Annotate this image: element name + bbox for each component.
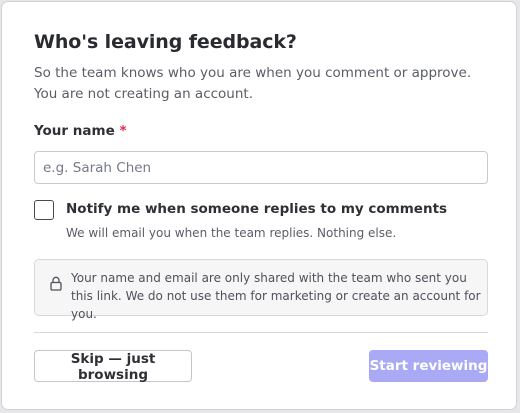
required-marker: * xyxy=(119,123,127,139)
notify-checkbox-label[interactable]: Notify me when someone replies to my com… xyxy=(66,201,447,217)
dialog-subtitle: So the team knows who you are when you c… xyxy=(34,65,472,102)
dialog-title: Who's leaving feedback? xyxy=(34,31,297,53)
privacy-notice: Your name and email are only shared with… xyxy=(34,259,488,321)
privacy-notice-text: Your name and email are only shared with… xyxy=(71,271,481,321)
lock-icon xyxy=(50,276,62,291)
notify-hint: We will email you when the team replies.… xyxy=(66,226,397,240)
identity-dialog: Who's leaving feedback? So the team know… xyxy=(1,1,517,410)
name-input[interactable] xyxy=(34,151,488,184)
start-reviewing-button[interactable]: Start reviewing xyxy=(369,350,488,382)
notify-checkbox[interactable] xyxy=(34,200,54,220)
name-field-label: Your name * xyxy=(34,123,127,139)
name-label-text: Your name xyxy=(34,123,115,139)
skip-button[interactable]: Skip — just browsing xyxy=(34,350,192,383)
footer-divider xyxy=(34,332,488,333)
